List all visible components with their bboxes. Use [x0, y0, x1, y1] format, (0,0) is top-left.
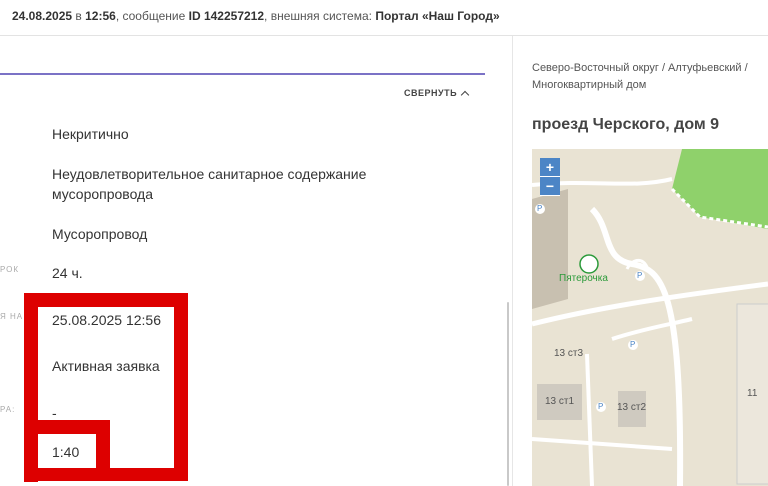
system-word: , внешняя система: — [264, 9, 372, 23]
shop-icon — [579, 254, 599, 274]
parking-icon: P — [537, 204, 543, 213]
road-inner — [611, 317, 693, 341]
map[interactable]: + − Пятерочка 13 ст3 13 ст1 13 ст2 11 P … — [532, 149, 768, 486]
road-side — [585, 353, 594, 486]
poi-label[interactable]: Пятерочка — [559, 273, 608, 284]
road-bottom — [532, 437, 673, 451]
external-system-name: Портал «Наш Город» — [375, 9, 500, 23]
parking-icon: P — [630, 340, 636, 349]
message-id: ID 142257212 — [188, 9, 265, 23]
time-value: 1:40 — [52, 444, 80, 460]
parking-icon: P — [637, 271, 643, 280]
address-title: проезд Черского, дом 9 — [532, 116, 720, 133]
message-time: 12:56 — [85, 9, 116, 23]
annotation-left-upper — [24, 293, 38, 420]
zoom-out-button[interactable]: − — [540, 177, 560, 196]
breadcrumb: Северо-Восточный округ / Алтуфьевский / … — [532, 60, 762, 94]
message-meta: 24.08.2025 в 12:56, сообщение ID 1422572… — [12, 9, 500, 23]
due-date-label: Я НА — [0, 312, 24, 321]
building-label-11: 11 — [747, 388, 758, 399]
extra-label: РА: — [0, 405, 16, 414]
chevron-up-icon — [460, 90, 470, 99]
building-label-13st1: 13 ст1 — [545, 396, 575, 407]
object-value: Мусоропровод — [52, 226, 148, 242]
breadcrumb-line2: Многоквартирный дом — [532, 79, 647, 91]
breadcrumb-line1: Северо-Восточный округ / Алтуфьевский / — [532, 62, 748, 74]
zoom-in-button[interactable]: + — [540, 158, 560, 177]
message-word: , сообщение — [115, 9, 186, 23]
deadline-value: 24 ч. — [52, 265, 83, 281]
due-date-value: 25.08.2025 12:56 — [52, 312, 161, 328]
message-header: 24.08.2025 в 12:56, сообщение ID 1422572… — [0, 0, 768, 36]
building-label-13st2: 13 ст2 — [617, 402, 647, 413]
status-value: Активная заявка — [52, 358, 160, 374]
problem-value-line1: Неудовлетворительное санитарное содержан… — [52, 166, 367, 182]
priority-value: Некритично — [52, 126, 129, 142]
parking-icon: P — [598, 402, 604, 411]
zoom-control: + − — [540, 158, 560, 196]
annotation-top — [24, 293, 188, 307]
scrollbar-thumb[interactable] — [507, 302, 509, 486]
details-panel: СВЕРНУТЬ Некритично Неудовлетворительное… — [0, 36, 512, 486]
deadline-label: РОК — [0, 265, 20, 274]
location-panel: Северо-Восточный округ / Алтуфьевский / … — [513, 36, 768, 486]
tab-underline — [0, 73, 485, 75]
annotation-inner-right — [96, 420, 110, 468]
map-canvas — [532, 149, 768, 486]
annotation-bottom-left — [24, 468, 110, 481]
park-area — [672, 149, 768, 229]
collapse-label: СВЕРНУТЬ — [404, 88, 458, 98]
message-date: 24.08.2025 — [12, 9, 73, 23]
annotation-right — [174, 293, 188, 481]
building-label-13st3: 13 ст3 — [554, 348, 584, 359]
collapse-button[interactable]: СВЕРНУТЬ — [404, 88, 470, 99]
problem-value-line2: мусоропровода — [52, 186, 154, 202]
in-word: в — [75, 9, 82, 23]
